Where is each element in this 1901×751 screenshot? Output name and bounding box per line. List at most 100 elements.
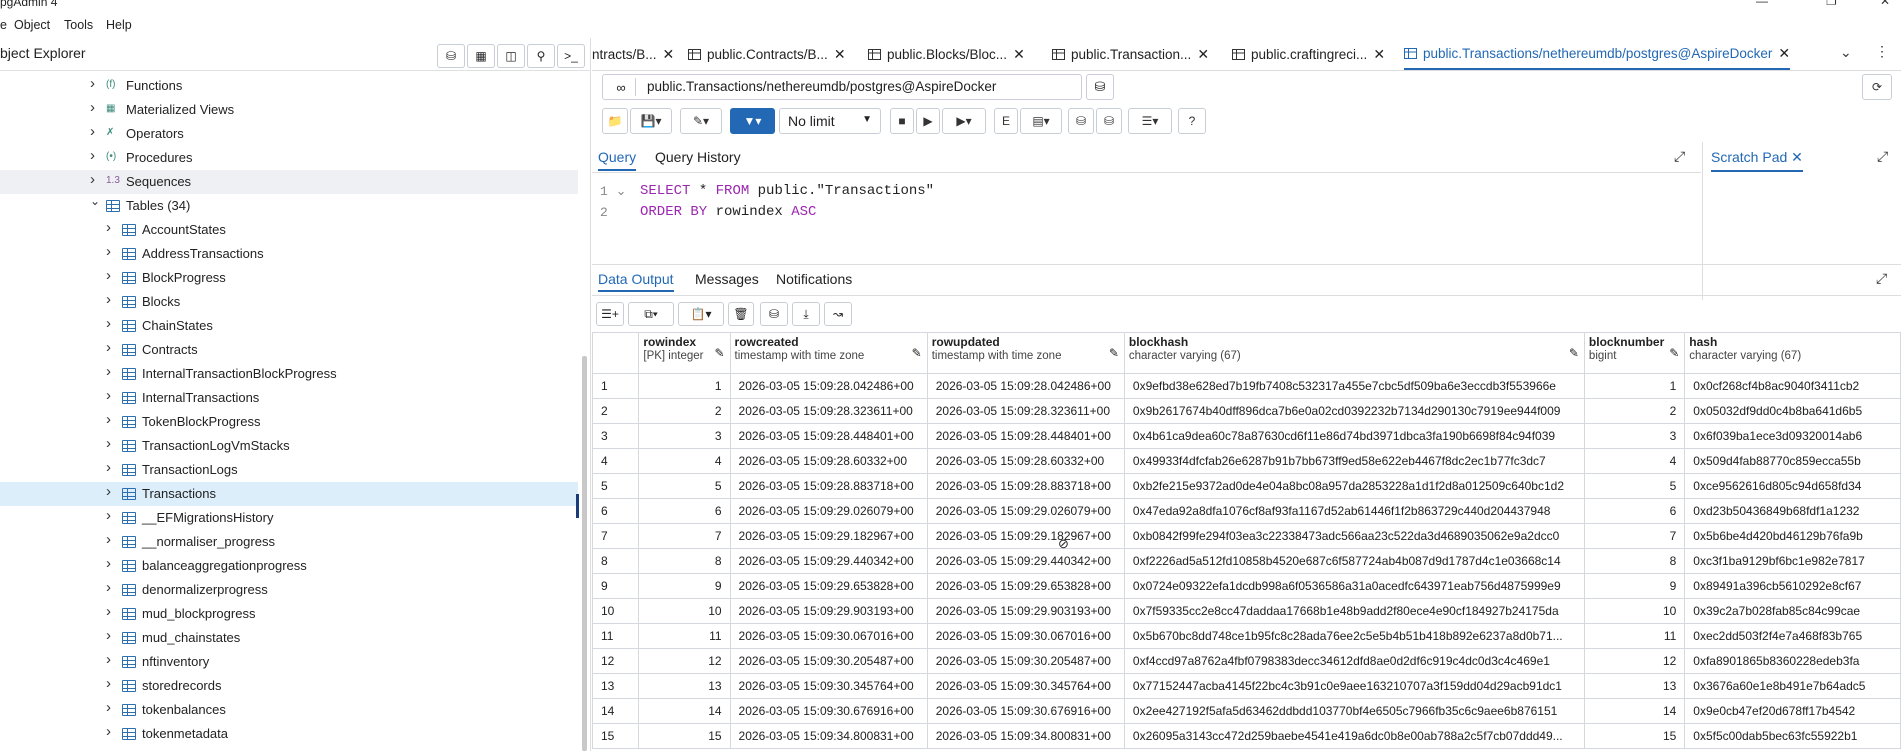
table-cell[interactable]: 2026-03-05 15:09:30.345764+00 <box>926 673 1125 699</box>
chevron-right-icon[interactable]: › <box>106 435 111 452</box>
chevron-down-icon[interactable]: ⌄ <box>90 194 100 208</box>
table-cell[interactable]: 15 <box>1583 723 1686 749</box>
download-icon[interactable]: ⤓ <box>792 302 820 326</box>
table-row[interactable]: 9 9 2026-03-05 15:09:29.653828+00 2026-03-0… <box>592 573 1901 599</box>
chevron-right-icon[interactable]: › <box>106 723 111 740</box>
row-number[interactable]: 10 <box>592 598 640 624</box>
row-number[interactable]: 13 <box>592 673 640 699</box>
table-row[interactable]: 7 7 2026-03-05 15:09:29.182967+00 2026-03-0… <box>592 523 1901 549</box>
row-number[interactable]: 9 <box>592 573 640 599</box>
tab-query-history[interactable]: Query History <box>655 149 741 165</box>
connection-selector[interactable]: ∞ public.Transactions/nethereumdb/postgr… <box>602 74 1082 100</box>
chevron-right-icon[interactable]: › <box>90 123 95 140</box>
chevron-right-icon[interactable]: › <box>90 147 95 164</box>
table-view-icon[interactable]: ▦ <box>467 44 495 68</box>
table-cell[interactable]: 0x9e0cb47ef20d678ff17b4542 <box>1684 698 1901 724</box>
table-cell[interactable]: 12 <box>1583 648 1686 674</box>
tree-node[interactable]: › TokenBlockProgress <box>0 410 578 434</box>
tab-notifications[interactable]: Notifications <box>776 271 852 287</box>
chevron-right-icon[interactable]: › <box>90 99 95 116</box>
table-cell[interactable]: 2026-03-05 15:09:30.676916+00 <box>926 698 1125 724</box>
table-cell[interactable]: 0x5b670bc8dd748ce1b95fc8c28ada76ee2c5e5b… <box>1123 623 1585 649</box>
refresh-icon[interactable]: ⟳ <box>1862 74 1892 100</box>
tree-node[interactable]: › balanceaggregationprogress <box>0 554 578 578</box>
table-cell[interactable]: 2026-03-05 15:09:30.676916+00 <box>729 698 928 724</box>
chevron-right-icon[interactable]: › <box>106 651 111 668</box>
table-cell[interactable]: 3 <box>638 423 731 449</box>
table-cell[interactable]: 11 <box>1583 623 1686 649</box>
table-cell[interactable]: 5 <box>638 473 731 499</box>
paste-icon[interactable]: 📋▾ <box>678 302 724 326</box>
table-row[interactable]: 1 1 2026-03-05 15:09:28.042486+00 2026-03-0… <box>592 373 1901 399</box>
column-header[interactable]: blocknumber bigint ✎ <box>1583 332 1686 374</box>
table-cell[interactable]: 8 <box>1583 548 1686 574</box>
stop-icon[interactable]: ■ <box>890 108 914 134</box>
tree-scrollbar[interactable] <box>582 356 587 751</box>
tree-node[interactable]: › Contracts <box>0 338 578 362</box>
tab-scratch-pad[interactable]: Scratch Pad ✕ <box>1711 149 1803 172</box>
row-number[interactable]: 11 <box>592 623 640 649</box>
edit-icon[interactable]: ✎ <box>714 346 724 360</box>
column-header[interactable]: rowupdated timestamp with time zone ✎ <box>926 332 1125 374</box>
table-cell[interactable]: 13 <box>638 673 731 699</box>
table-cell[interactable]: 0x5f5c00dab5bec63fc55922b1 <box>1684 723 1901 749</box>
database-icon[interactable]: ⛁ <box>437 44 465 68</box>
table-cell[interactable]: 2026-03-05 15:09:29.026079+00 <box>729 498 928 524</box>
table-cell[interactable]: 2026-03-05 15:09:29.903193+00 <box>926 598 1125 624</box>
chevron-right-icon[interactable]: › <box>106 219 111 236</box>
table-cell[interactable]: 0x39c2a7b028fab85c84c99cae <box>1684 598 1901 624</box>
row-number[interactable]: 3 <box>592 423 640 449</box>
table-cell[interactable]: 2026-03-05 15:09:30.067016+00 <box>926 623 1125 649</box>
row-number[interactable]: 2 <box>592 398 640 424</box>
chevron-right-icon[interactable]: › <box>106 531 111 548</box>
tree-node[interactable]: › ▦ Materialized Views <box>0 98 578 122</box>
table-cell[interactable]: 0x26095a3143cc472d259baebe4541e419a6dc0b… <box>1123 723 1585 749</box>
table-cell[interactable]: 0xd23b50436849b68fdf1a1232 <box>1684 498 1901 524</box>
table-cell[interactable]: 0xb2fe215e9372ad0de4e04a8bc08a957da28532… <box>1123 473 1585 499</box>
tree-node[interactable]: › (f) Functions <box>0 74 578 98</box>
tab-1[interactable]: public.Contracts/B... ✕ <box>688 38 846 70</box>
close-icon[interactable]: ✕ <box>663 46 675 63</box>
close-icon[interactable]: ✕ <box>1013 46 1025 63</box>
row-number[interactable]: 12 <box>592 648 640 674</box>
tree-node[interactable]: › nftinventory <box>0 650 578 674</box>
chevron-right-icon[interactable]: › <box>106 291 111 308</box>
table-row[interactable]: 5 5 2026-03-05 15:09:28.883718+00 2026-03-0… <box>592 473 1901 499</box>
tree-node[interactable]: › mud_chainstates <box>0 626 578 650</box>
chevron-right-icon[interactable]: › <box>90 171 95 188</box>
chevron-right-icon[interactable]: › <box>90 75 95 92</box>
chevron-right-icon[interactable]: › <box>106 315 111 332</box>
row-number[interactable]: 14 <box>592 698 640 724</box>
save-file-icon[interactable]: 💾▾ <box>630 108 672 134</box>
tab-messages[interactable]: Messages <box>695 271 759 287</box>
edit-icon[interactable]: ✎ <box>912 346 922 360</box>
row-number[interactable]: 1 <box>592 373 640 399</box>
tree-node[interactable]: › AddressTransactions <box>0 242 578 266</box>
table-row[interactable]: 13 13 2026-03-05 15:09:30.345764+00 2026-03… <box>592 673 1901 699</box>
sql-editor[interactable]: 1 ⌄ 2 SELECT * FROM public."Transactions… <box>592 176 1700 262</box>
table-cell[interactable]: 0xb0842f99fe294f03ea3c22338473adc566aa23… <box>1123 523 1585 549</box>
table-cell[interactable]: 11 <box>638 623 731 649</box>
table-cell[interactable]: 2026-03-05 15:09:30.067016+00 <box>729 623 928 649</box>
table-row[interactable]: 2 2 2026-03-05 15:09:28.323611+00 2026-03-0… <box>592 398 1901 424</box>
table-cell[interactable]: 2026-03-05 15:09:28.448401+00 <box>729 423 928 449</box>
table-cell[interactable]: 2026-03-05 15:09:29.440342+00 <box>926 548 1125 574</box>
table-cell[interactable]: 2026-03-05 15:09:29.182967+00 <box>926 523 1125 549</box>
row-number[interactable]: 8 <box>592 548 640 574</box>
table-cell[interactable]: 0x05032df9dd0c4b8ba641d6b5 <box>1684 398 1901 424</box>
table-cell[interactable]: 6 <box>638 498 731 524</box>
table-cell[interactable]: 2026-03-05 15:09:29.653828+00 <box>926 573 1125 599</box>
table-cell[interactable]: 12 <box>638 648 731 674</box>
table-cell[interactable]: 8 <box>638 548 731 574</box>
menu-tools[interactable]: Tools <box>64 18 93 32</box>
psql-terminal-icon[interactable]: >_ <box>557 44 585 68</box>
tree-node[interactable]: › storedrecords <box>0 674 578 698</box>
tree-node[interactable]: › BlockProgress <box>0 266 578 290</box>
column-header[interactable]: rowcreated timestamp with time zone ✎ <box>729 332 928 374</box>
expand-icon[interactable]: ⤢ <box>1877 148 1888 165</box>
tree-node[interactable]: › Transactions <box>0 482 578 506</box>
close-window-icon[interactable]: ✕ <box>1880 0 1890 8</box>
table-cell[interactable]: 2026-03-05 15:09:28.323611+00 <box>729 398 928 424</box>
table-cell[interactable]: 1 <box>1583 373 1686 399</box>
expand-icon[interactable]: ⤢ <box>1876 270 1887 287</box>
